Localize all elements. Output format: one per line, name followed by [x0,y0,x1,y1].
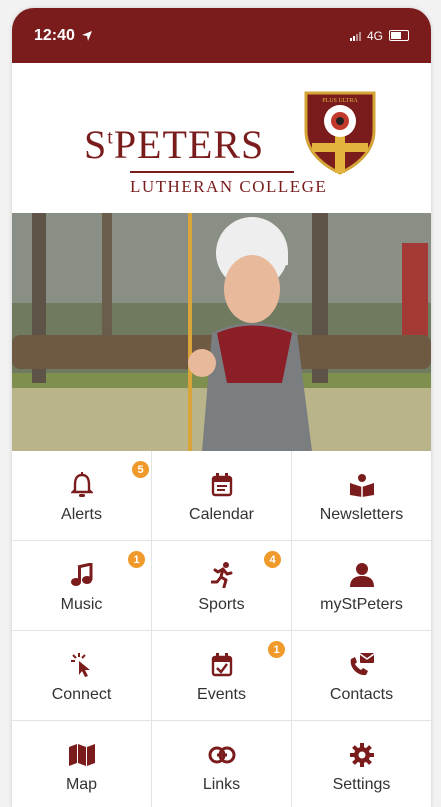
logo-divider [130,171,294,173]
tile-music[interactable]: Music 1 [12,541,151,630]
school-name: StPETERS [84,122,265,167]
hero-photo [12,213,431,451]
school-logo: StPETERS LUTHERAN COLLEGE PLUS ULTRA [12,63,431,213]
signal-icon [349,31,361,41]
sports-badge: 4 [264,551,281,568]
tile-contacts[interactable]: Contacts [292,631,431,720]
tile-settings[interactable]: Settings [292,721,431,807]
school-subtitle: LUTHERAN COLLEGE [130,177,328,196]
status-bar: 12:40 4G [12,8,431,63]
tile-newsletters[interactable]: Newsletters [292,451,431,540]
tile-map[interactable]: Map [12,721,151,807]
tile-label: Links [202,776,241,793]
battery-icon [389,30,409,41]
tile-label: Settings [332,776,391,793]
tile-label: Newsletters [319,506,404,523]
tile-label: Sports [198,596,245,613]
tile-label: Calendar [189,506,254,523]
link-icon [208,741,236,769]
tile-alerts[interactable]: Alerts 5 [12,451,151,540]
phone-mail-icon [349,651,375,679]
tile-label: Events [197,686,246,703]
gear-icon [349,741,374,769]
svg-text:PLUS ULTRA: PLUS ULTRA [322,98,358,104]
tile-connect[interactable]: Connect [12,631,151,720]
calendar-check-icon [211,651,233,679]
tile-events[interactable]: Events 1 [152,631,291,720]
music-note-icon [70,561,93,589]
tile-label: Alerts [61,506,102,523]
network-type: 4G [366,28,383,43]
status-right: 4G [349,28,409,43]
map-icon [68,741,95,769]
clock: 12:40 [34,26,75,44]
crest-icon: PLUS ULTRA [304,91,376,175]
user-icon [349,561,374,589]
events-badge: 1 [268,641,285,658]
calendar-icon [211,471,233,499]
book-reader-icon [349,471,375,499]
bell-icon [70,471,93,499]
tile-label: Connect [51,686,112,703]
tile-label: Music [60,596,103,613]
tile-mystpeters[interactable]: myStPeters [292,541,431,630]
running-icon [210,561,233,589]
tile-label: Contacts [329,686,394,703]
tile-sports[interactable]: Sports 4 [152,541,291,630]
alerts-badge: 5 [132,461,149,478]
tile-links[interactable]: Links [152,721,291,807]
menu-grid: Alerts 5 Calendar Newsletters Music 1 Sp… [12,451,431,807]
app-screen: 12:40 4G StPETERS LUTHERAN COLLEGE PLUS … [12,8,431,807]
hero-image [12,213,431,451]
tile-calendar[interactable]: Calendar [152,451,291,540]
cursor-click-icon [70,651,93,679]
music-badge: 1 [128,551,145,568]
location-arrow-icon [81,30,92,41]
tile-label: myStPeters [320,596,403,613]
status-time: 12:40 [34,27,93,45]
tile-label: Map [65,776,98,793]
